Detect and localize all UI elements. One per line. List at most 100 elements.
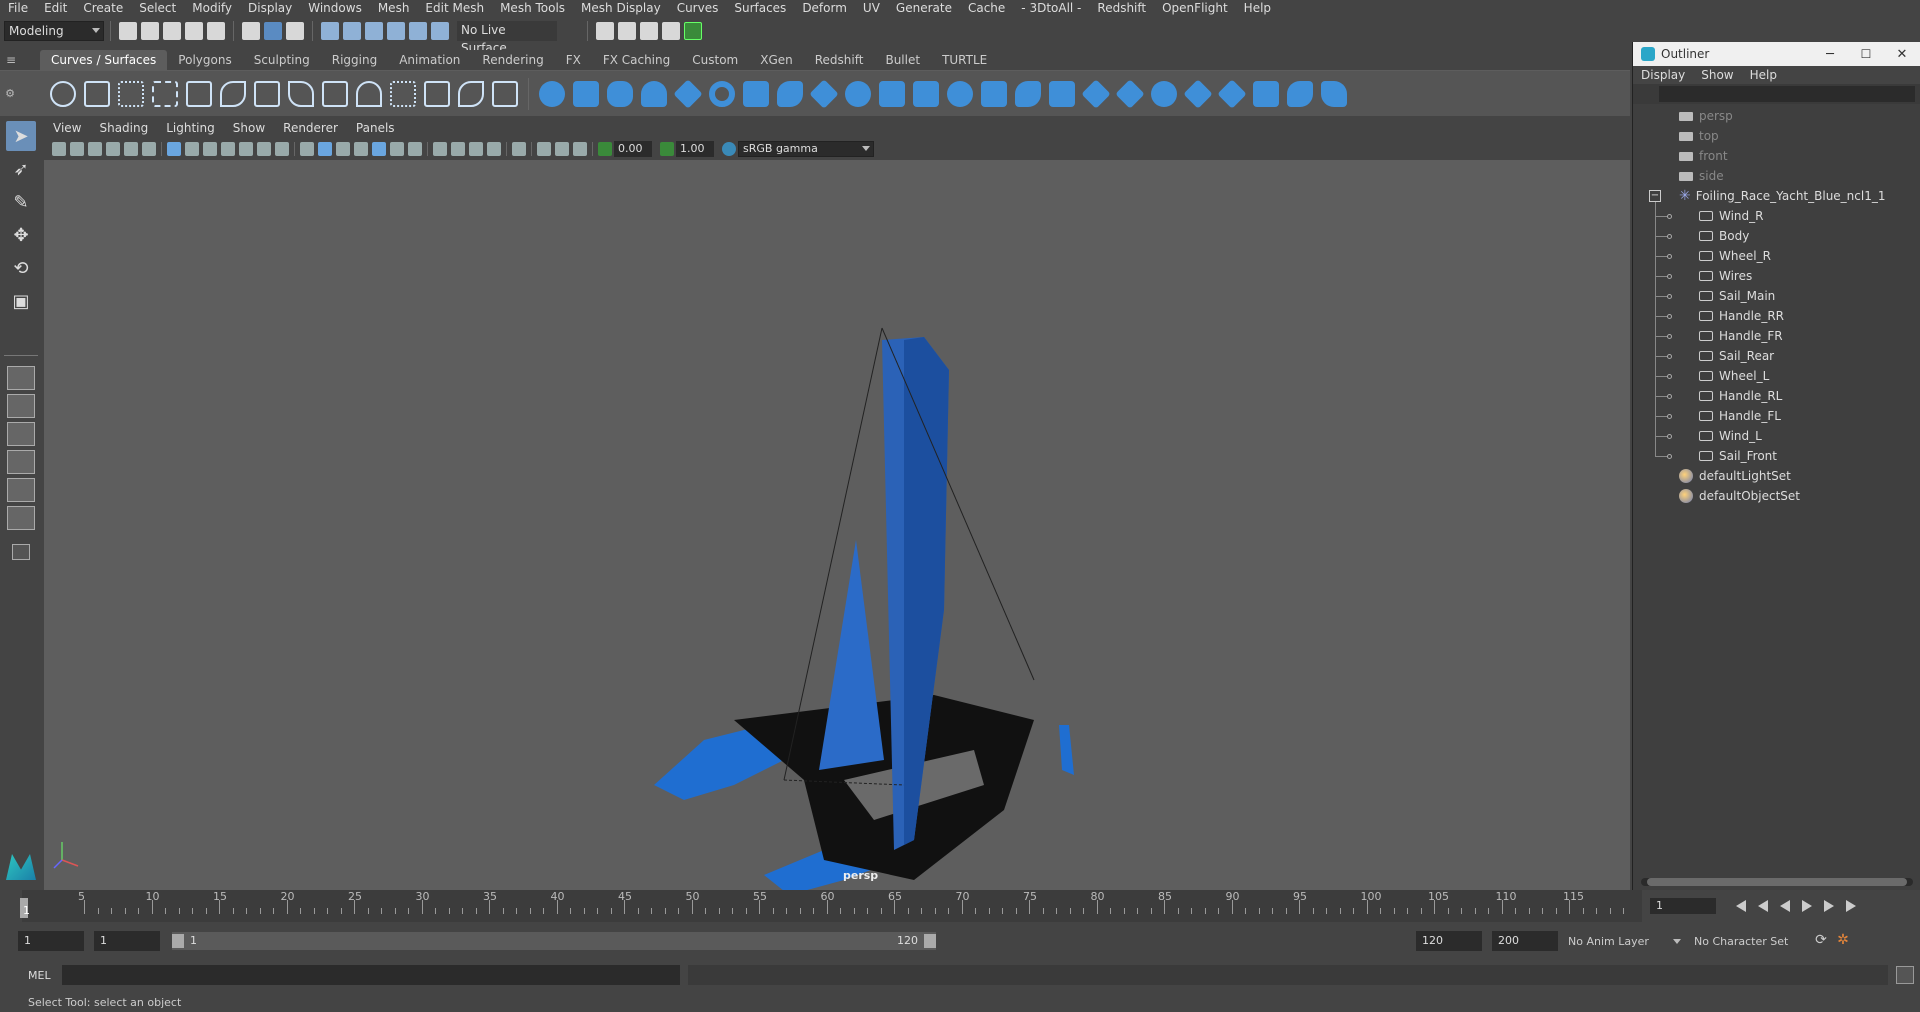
shelf-tab-polygons[interactable]: Polygons bbox=[167, 50, 242, 70]
add-points-icon[interactable] bbox=[492, 80, 518, 107]
collapse-icon[interactable]: − bbox=[1649, 190, 1661, 202]
workspace-dropdown[interactable]: Modeling bbox=[4, 21, 104, 41]
menu-mesh[interactable]: Mesh bbox=[370, 0, 418, 17]
nurbs-cylinder-icon[interactable] bbox=[607, 80, 633, 107]
gate-mask-icon[interactable] bbox=[221, 142, 235, 156]
wireframe-icon[interactable] bbox=[300, 142, 314, 156]
menu-file[interactable]: File bbox=[0, 0, 36, 17]
xray-icon[interactable] bbox=[537, 142, 551, 156]
nurbs-square-icon[interactable] bbox=[84, 80, 110, 107]
ep-curve-icon[interactable] bbox=[152, 80, 178, 107]
step-back-icon[interactable] bbox=[1758, 900, 1768, 912]
birail-icon[interactable] bbox=[879, 80, 905, 107]
color-management-icon[interactable] bbox=[722, 142, 736, 156]
outliner-h-scrollbar[interactable] bbox=[1641, 878, 1913, 886]
viewport-persp[interactable] bbox=[44, 160, 1630, 890]
revolve-icon[interactable] bbox=[743, 80, 769, 107]
nurbs-torus-icon[interactable] bbox=[709, 80, 735, 107]
viewport-menu-shading[interactable]: Shading bbox=[90, 118, 157, 138]
play-forwards-icon[interactable] bbox=[1802, 900, 1812, 912]
viewport-menu-panels[interactable]: Panels bbox=[347, 118, 404, 138]
bevel-plus-icon[interactable] bbox=[913, 80, 939, 107]
insert-knot-icon[interactable] bbox=[356, 80, 382, 107]
hypershade-icon[interactable] bbox=[662, 22, 680, 40]
expand-toolbox-icon[interactable] bbox=[12, 544, 30, 560]
planar-icon[interactable] bbox=[809, 78, 839, 109]
menu-openflight[interactable]: OpenFlight bbox=[1154, 0, 1236, 17]
menu-surfaces[interactable]: Surfaces bbox=[726, 0, 794, 17]
playback-end-field[interactable]: 120 bbox=[1416, 931, 1482, 951]
resolution-gate-icon[interactable] bbox=[203, 142, 217, 156]
menu-help[interactable]: Help bbox=[1236, 0, 1279, 17]
menu-mesh-display[interactable]: Mesh Display bbox=[573, 0, 669, 17]
boundary-icon[interactable] bbox=[947, 80, 973, 107]
character-set-dropdown[interactable]: No Character Set bbox=[1694, 935, 1810, 948]
menu-deform[interactable]: Deform bbox=[794, 0, 855, 17]
side-by-side-layout-icon[interactable] bbox=[7, 422, 35, 446]
make-live-icon[interactable] bbox=[431, 22, 449, 40]
mel-command-input[interactable] bbox=[62, 965, 680, 985]
safe-action-icon[interactable] bbox=[257, 142, 271, 156]
rotate-tool-icon[interactable]: ⟲ bbox=[6, 253, 36, 283]
single-pane-layout-icon[interactable] bbox=[7, 366, 35, 390]
square-surface-icon[interactable] bbox=[981, 80, 1007, 107]
redo-icon[interactable] bbox=[207, 22, 225, 40]
snap-grid-icon[interactable] bbox=[321, 22, 339, 40]
attach-curves-icon[interactable] bbox=[288, 80, 314, 107]
outliner-item-sail-main[interactable]: Sail_Main bbox=[1633, 286, 1920, 306]
outliner-search-input[interactable] bbox=[1659, 86, 1915, 102]
animation-end-field[interactable]: 200 bbox=[1492, 931, 1558, 951]
use-all-lights-icon[interactable] bbox=[390, 142, 404, 156]
nurbs-cube-icon[interactable] bbox=[573, 80, 599, 107]
bezier-curve-icon[interactable] bbox=[186, 80, 212, 107]
render-settings-icon[interactable] bbox=[640, 22, 658, 40]
outliner-item-sail-front[interactable]: Sail_Front bbox=[1633, 446, 1920, 466]
outliner-menu-show[interactable]: Show bbox=[1693, 66, 1741, 84]
exposure-field[interactable]: 0.00 bbox=[614, 141, 652, 157]
select-object-icon[interactable] bbox=[264, 22, 282, 40]
render-frame-icon[interactable] bbox=[596, 22, 614, 40]
shadows-icon[interactable] bbox=[408, 142, 422, 156]
outliner-item-side[interactable]: side bbox=[1633, 166, 1920, 186]
open-scene-icon[interactable] bbox=[141, 22, 159, 40]
textured-icon[interactable] bbox=[372, 142, 386, 156]
anti-aliasing-icon[interactable] bbox=[469, 142, 483, 156]
lasso-tool-icon[interactable]: ➶ bbox=[6, 154, 36, 184]
shelf-menu-icon[interactable]: ≡ bbox=[0, 53, 22, 67]
menu-curves[interactable]: Curves bbox=[669, 0, 727, 17]
outliner-item-handle-rr[interactable]: Handle_RR bbox=[1633, 306, 1920, 326]
menu-edit[interactable]: Edit bbox=[36, 0, 75, 17]
outliner-item-wires[interactable]: Wires bbox=[1633, 266, 1920, 286]
shelf-settings-icon[interactable]: ⚙ bbox=[0, 87, 20, 100]
step-forward-icon[interactable] bbox=[1824, 900, 1834, 912]
snap-surface-icon[interactable] bbox=[409, 22, 427, 40]
shelf-tab-rendering[interactable]: Rendering bbox=[471, 50, 554, 70]
menu-create[interactable]: Create bbox=[75, 0, 131, 17]
intersect-icon[interactable] bbox=[1049, 80, 1075, 107]
close-icon[interactable]: ✕ bbox=[1884, 47, 1920, 62]
menu-3dtoall[interactable]: - 3DtoAll - bbox=[1013, 0, 1089, 17]
outliner-item-defaultobjectset[interactable]: defaultObjectSet bbox=[1633, 486, 1920, 506]
anim-preferences-icon[interactable]: ✲ bbox=[1832, 932, 1854, 950]
nurbs-plane-icon[interactable] bbox=[673, 78, 703, 109]
xray-components-icon[interactable] bbox=[573, 142, 587, 156]
outliner-item-group[interactable]: ✳ Foiling_Race_Yacht_Blue_ncl1_1 − bbox=[1633, 186, 1920, 206]
outliner-item-wind-l[interactable]: Wind_L bbox=[1633, 426, 1920, 446]
menu-select[interactable]: Select bbox=[131, 0, 184, 17]
select-component-icon[interactable] bbox=[286, 22, 304, 40]
arc-tool-icon[interactable] bbox=[254, 80, 280, 107]
persp-graph-layout-icon[interactable] bbox=[7, 450, 35, 474]
redshift-render-icon[interactable] bbox=[684, 22, 702, 40]
bookmarks-icon[interactable] bbox=[88, 142, 102, 156]
outliner-item-persp[interactable]: persp bbox=[1633, 106, 1920, 126]
minimize-icon[interactable]: ─ bbox=[1812, 47, 1848, 62]
shelf-tab-redshift[interactable]: Redshift bbox=[804, 50, 875, 70]
menu-generate[interactable]: Generate bbox=[888, 0, 960, 17]
menu-display[interactable]: Display bbox=[240, 0, 300, 17]
select-hierarchy-icon[interactable] bbox=[242, 22, 260, 40]
outliner-item-front[interactable]: front bbox=[1633, 146, 1920, 166]
attach-surfaces-icon[interactable] bbox=[1151, 80, 1177, 107]
safe-title-icon[interactable] bbox=[275, 142, 289, 156]
four-pane-layout-icon[interactable] bbox=[7, 394, 35, 418]
viewport-menu-view[interactable]: View bbox=[44, 118, 90, 138]
